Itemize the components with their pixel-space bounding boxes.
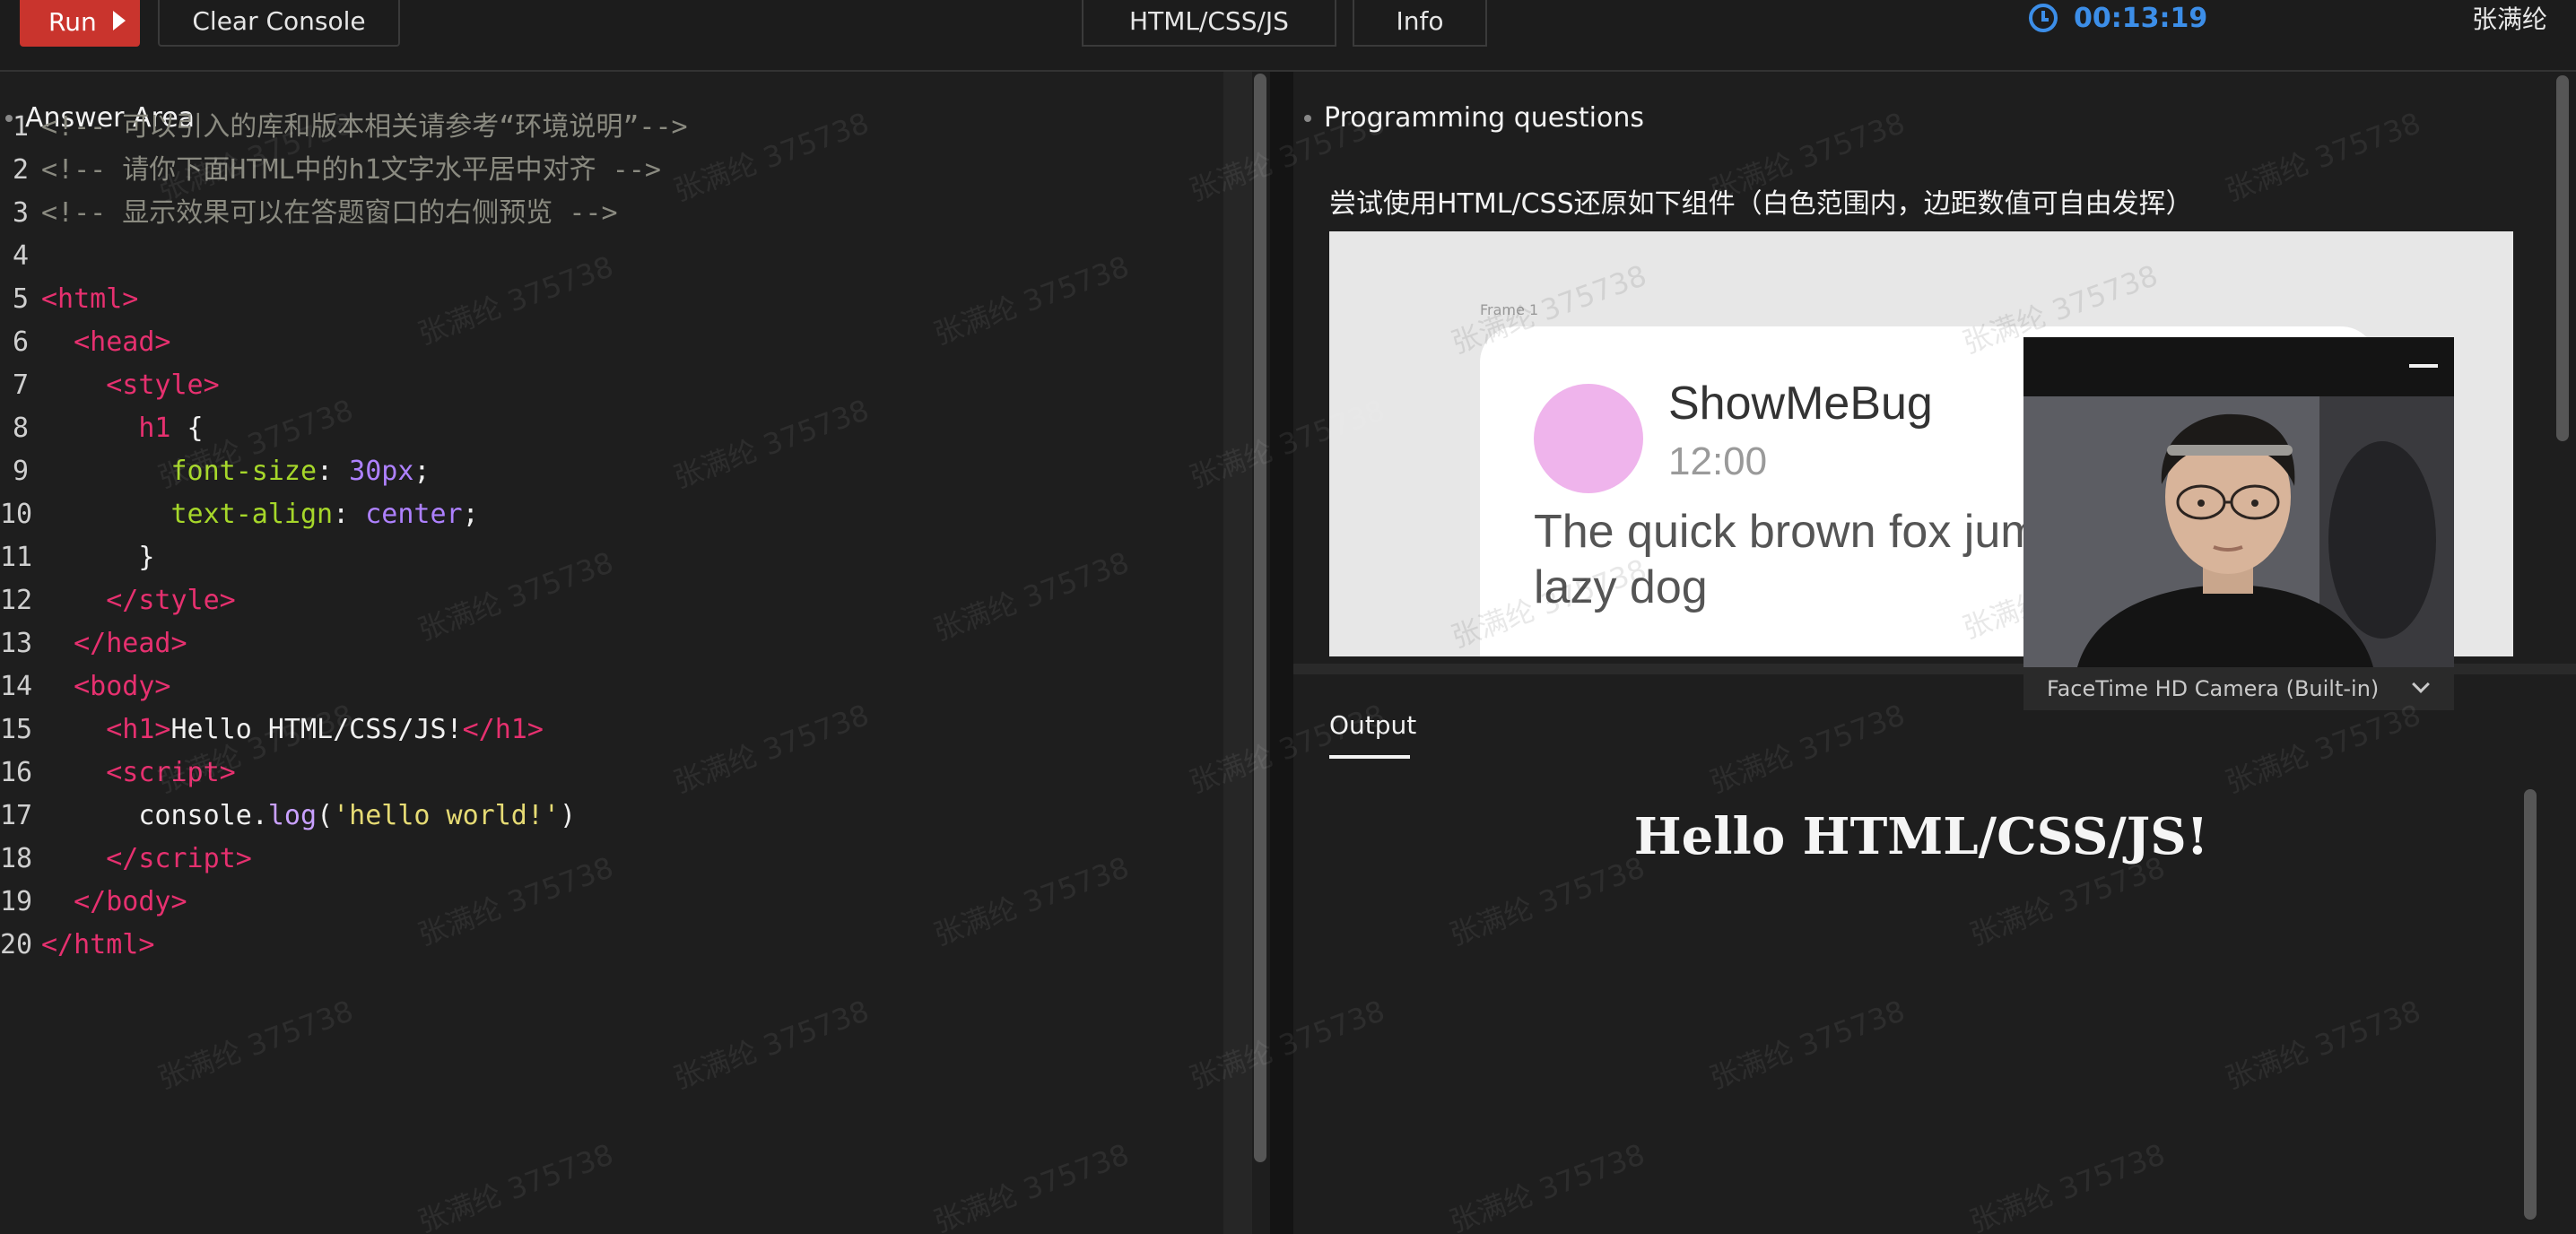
code-line: 18 </script>	[0, 838, 688, 881]
line-number: 10	[0, 499, 33, 530]
code-line: 5 <html>	[0, 278, 688, 321]
webcam-widget[interactable]: FaceTime HD Camera (Built-in)	[2023, 337, 2454, 710]
line-number: 18	[0, 843, 33, 874]
output-panel	[1293, 674, 2576, 1234]
active-tab-indicator	[1329, 755, 1410, 759]
panel-gutter	[1270, 72, 1293, 1234]
bullet-icon	[1304, 114, 1311, 122]
question-heading: Programming questions	[1304, 102, 1644, 134]
run-button[interactable]: Run	[20, 0, 140, 47]
webcam-header[interactable]	[2023, 337, 2454, 396]
output-rendered-heading: Hello HTML/CSS/JS!	[1633, 807, 2209, 866]
code-line: 1 <!-- 可以引入的库和版本相关请参考“环境说明”-->	[0, 106, 688, 149]
code-line: 6 <head>	[0, 321, 688, 364]
line-number: 6	[12, 326, 29, 358]
line-number: 5	[12, 283, 29, 315]
code-line: 17 console. log('hello world!')	[0, 795, 688, 838]
timer-value: 00:13:19	[2074, 2, 2208, 34]
run-label: Run	[48, 6, 97, 37]
code-editor[interactable]: 1 <!-- 可以引入的库和版本相关请参考“环境说明”--> 2 <!-- 请你下面…	[0, 106, 688, 967]
chevron-down-icon	[2412, 675, 2430, 693]
avatar	[1534, 384, 1643, 493]
camera-device-label: FaceTime HD Camera (Built-in)	[2047, 676, 2380, 701]
line-number: 2	[12, 154, 29, 186]
card-time: 12:00	[1668, 439, 1768, 483]
output-scrollbar[interactable]	[2524, 789, 2537, 1220]
session-timer: 00:13:19	[2029, 0, 2207, 36]
line-number: 9	[12, 456, 29, 487]
code-line: 8 h1 {	[0, 407, 688, 450]
camera-select[interactable]: FaceTime HD Camera (Built-in)	[2023, 667, 2454, 710]
question-text: 尝试使用HTML/CSS还原如下组件（白色范围内，边距数值可自由发挥）	[1329, 188, 2193, 220]
code-line: 14 <body>	[0, 665, 688, 708]
minimize-icon[interactable]	[2409, 364, 2438, 368]
code-line: 19 </body>	[0, 881, 688, 924]
line-number: 7	[12, 369, 29, 401]
card-name: ShowMeBug	[1668, 378, 1933, 430]
info-button[interactable]: Info	[1353, 0, 1487, 47]
top-toolbar: Run Clear Console HTML/CSS/JS Info 00:13…	[0, 0, 2576, 72]
clock-icon	[2029, 4, 2058, 32]
line-number: 17	[0, 800, 33, 831]
code-line: 9 font-size: 30px;	[0, 450, 688, 493]
line-number: 4	[12, 240, 29, 272]
line-number: 20	[0, 929, 33, 960]
code-line: 10 text-align: center;	[0, 493, 688, 536]
code-line: 15 <h1> Hello HTML/CSS/JS! </h1>	[0, 708, 688, 752]
question-scrollbar[interactable]	[2556, 75, 2569, 441]
code-line: 3 <!-- 显示效果可以在答题窗口的右侧预览 -->	[0, 192, 688, 235]
username[interactable]: 张满纶	[2472, 0, 2547, 36]
line-number: 16	[0, 757, 33, 788]
code-line: 13 </head>	[0, 622, 688, 665]
webcam-person-image	[2023, 396, 2454, 667]
line-number: 3	[12, 197, 29, 229]
clear-console-button[interactable]: Clear Console	[158, 0, 400, 47]
line-number: 19	[0, 886, 33, 917]
panel-resize-handle[interactable]	[1223, 72, 1252, 1234]
code-line: 2 <!-- 请你下面HTML中的h1文字水平居中对齐 -->	[0, 149, 688, 192]
play-icon	[113, 11, 126, 30]
code-line: 12 </style>	[0, 579, 688, 622]
editor-scrollbar[interactable]	[1254, 74, 1266, 1162]
code-line: 4	[0, 235, 688, 278]
line-number: 11	[0, 542, 33, 573]
question-title: Programming questions	[1324, 102, 1644, 134]
line-number: 14	[0, 671, 33, 702]
line-number: 12	[0, 585, 33, 616]
line-number: 8	[12, 413, 29, 444]
code-line: 16 <script>	[0, 752, 688, 795]
code-line: 7 <style>	[0, 364, 688, 407]
code-line: 11 }	[0, 536, 688, 579]
code-line: 20 </html>	[0, 924, 688, 967]
line-number: 15	[0, 714, 33, 745]
language-button[interactable]: HTML/CSS/JS	[1082, 0, 1336, 47]
webcam-video	[2023, 396, 2454, 667]
tab-output[interactable]: Output	[1329, 710, 1416, 740]
line-number: 1	[12, 111, 29, 143]
line-number: 13	[0, 628, 33, 659]
